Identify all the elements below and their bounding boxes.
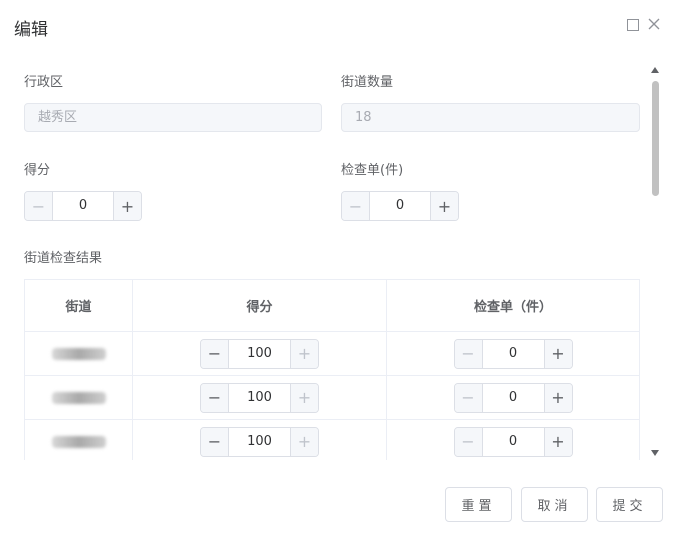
row-score-stepper: − 100 + <box>200 426 319 457</box>
row-score-decrease-button[interactable]: − <box>201 383 229 412</box>
score-decrease-button[interactable]: − <box>25 192 53 220</box>
row-checklist-increase-button[interactable]: + <box>543 383 572 412</box>
maximize-icon[interactable] <box>627 19 639 31</box>
cancel-button[interactable]: 取消 <box>521 487 588 522</box>
table-row: − 100 + − 0 + <box>25 376 639 420</box>
row-checklist-value[interactable]: 0 <box>483 384 544 412</box>
header-street: 街道 <box>25 280 133 331</box>
row-score-stepper: − 100 + <box>200 382 319 413</box>
edit-dialog: 编辑 行政区 越秀区 街道数量 18 得分 − 0 + 检查单(件) − 0 +… <box>0 0 680 538</box>
table-header: 街道 得分 检查单（件） <box>25 280 639 332</box>
row-score-decrease-button[interactable]: − <box>201 427 229 456</box>
row-checklist-decrease-button[interactable]: − <box>454 339 483 368</box>
submit-button[interactable]: 提交 <box>596 487 663 522</box>
row-checklist-increase-button[interactable]: + <box>543 339 572 368</box>
row-checklist-stepper: − 0 + <box>453 338 573 369</box>
row-score-value[interactable]: 100 <box>229 340 290 368</box>
score-cell: − 100 + <box>133 376 387 419</box>
district-label: 行政区 <box>24 75 64 90</box>
results-table: 街道 得分 检查单（件） − 100 + − 0 + − 100 + − 0 +… <box>24 279 640 460</box>
row-score-value[interactable]: 100 <box>229 384 290 412</box>
checklist-cell: − 0 + <box>387 332 639 375</box>
row-checklist-decrease-button[interactable]: − <box>454 427 483 456</box>
checklist-stepper: − 0 + <box>341 191 459 221</box>
dialog-title: 编辑 <box>14 20 48 40</box>
redacted-street-name <box>51 347 106 360</box>
score-stepper: − 0 + <box>24 191 142 221</box>
checklist-label: 检查单(件) <box>341 163 404 178</box>
row-score-value[interactable]: 100 <box>229 428 290 456</box>
street-cell <box>25 420 133 460</box>
checklist-cell: − 0 + <box>387 420 639 460</box>
row-score-increase-button[interactable]: + <box>290 383 318 412</box>
checklist-value[interactable]: 0 <box>370 192 430 220</box>
row-score-increase-button[interactable]: + <box>290 427 318 456</box>
results-label: 街道检查结果 <box>24 251 103 266</box>
street-cell <box>25 376 133 419</box>
street-count-field[interactable]: 18 <box>341 103 640 132</box>
row-checklist-stepper: − 0 + <box>453 426 573 457</box>
table-row: − 100 + − 0 + <box>25 420 639 460</box>
scroll-down-arrow-icon[interactable] <box>651 450 659 456</box>
score-value[interactable]: 0 <box>53 192 113 220</box>
checklist-increase-button[interactable]: + <box>430 192 458 220</box>
row-checklist-increase-button[interactable]: + <box>543 427 572 456</box>
scrollbar-thumb[interactable] <box>652 81 659 196</box>
row-checklist-value[interactable]: 0 <box>483 428 544 456</box>
checklist-decrease-button[interactable]: − <box>342 192 370 220</box>
score-label: 得分 <box>24 163 51 178</box>
row-score-decrease-button[interactable]: − <box>201 339 229 368</box>
header-score: 得分 <box>133 280 387 331</box>
close-icon[interactable] <box>646 16 662 32</box>
row-checklist-stepper: − 0 + <box>453 382 573 413</box>
street-count-label: 街道数量 <box>341 75 394 90</box>
score-increase-button[interactable]: + <box>113 192 141 220</box>
redacted-street-name <box>51 391 106 404</box>
reset-button[interactable]: 重置 <box>445 487 512 522</box>
row-checklist-value[interactable]: 0 <box>483 340 544 368</box>
row-checklist-decrease-button[interactable]: − <box>454 383 483 412</box>
header-checklist: 检查单（件） <box>473 300 552 315</box>
score-cell: − 100 + <box>133 332 387 375</box>
district-field[interactable]: 越秀区 <box>24 103 322 132</box>
redacted-street-name <box>51 435 106 448</box>
row-score-stepper: − 100 + <box>200 338 319 369</box>
row-score-increase-button[interactable]: + <box>290 339 318 368</box>
checklist-cell: − 0 + <box>387 376 639 419</box>
table-row: − 100 + − 0 + <box>25 332 639 376</box>
scroll-up-arrow-icon[interactable] <box>651 67 659 73</box>
street-cell <box>25 332 133 375</box>
score-cell: − 100 + <box>133 420 387 460</box>
